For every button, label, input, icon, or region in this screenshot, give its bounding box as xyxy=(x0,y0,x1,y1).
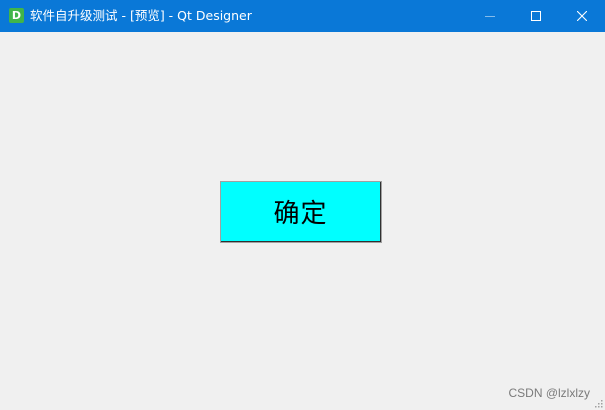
maximize-button[interactable] xyxy=(513,0,559,32)
title-bar[interactable]: D 软件自升级测试 - [预览] - Qt Designer xyxy=(0,0,605,32)
ok-button[interactable]: 确定 xyxy=(220,181,382,243)
size-grip-icon[interactable] xyxy=(593,398,603,408)
window-title: 软件自升级测试 - [预览] - Qt Designer xyxy=(30,8,252,23)
qt-designer-app-icon[interactable]: D xyxy=(9,8,24,23)
csdn-watermark: CSDN @lzlxlzy xyxy=(508,386,590,400)
maximize-icon xyxy=(531,11,541,21)
form-client-area: 确定 CSDN @lzlxlzy xyxy=(0,32,605,410)
qt-designer-preview-window: D 软件自升级测试 - [预览] - Qt Designer 确定 CSDN @… xyxy=(0,0,605,410)
close-button[interactable] xyxy=(559,0,605,32)
close-icon xyxy=(577,11,587,21)
minimize-button[interactable] xyxy=(467,0,513,32)
minimize-icon xyxy=(485,16,495,17)
